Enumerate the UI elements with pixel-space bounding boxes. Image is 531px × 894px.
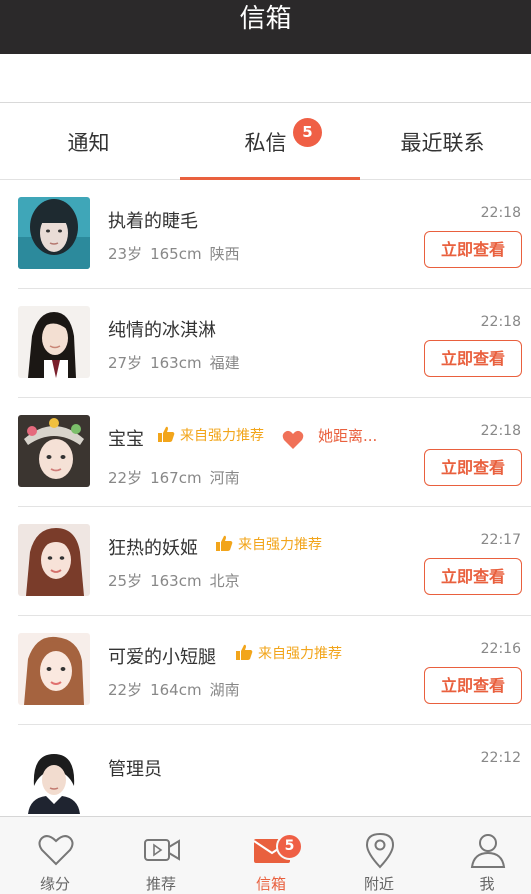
- location: 北京: [209, 572, 240, 590]
- mailbox-badge: 5: [276, 833, 303, 860]
- page-title: 信箱: [0, 0, 531, 54]
- nav-label: 信箱: [255, 875, 286, 893]
- avatar[interactable]: [18, 197, 90, 269]
- sender-info: 22岁 164cm 湖南: [108, 679, 248, 700]
- nav-item-recommend[interactable]: 推荐: [108, 817, 214, 894]
- height: 165cm: [150, 245, 202, 263]
- location: 湖南: [209, 681, 240, 699]
- nav-item-nearby[interactable]: 附近: [326, 817, 432, 894]
- private-messages-badge: 5: [293, 118, 322, 147]
- nav-label: 缘分: [39, 875, 70, 893]
- nav-label: 推荐: [145, 875, 176, 893]
- recommend-label: 来自强力推荐: [238, 537, 322, 553]
- location-pin-icon: [365, 832, 395, 869]
- height: 163cm: [150, 354, 202, 372]
- nav-label: 附近: [363, 875, 394, 893]
- message-row[interactable]: 执着的睫毛 23岁 165cm 陕西 22:18 立即查看: [0, 180, 531, 289]
- tab-private-messages[interactable]: 私信: [177, 103, 354, 180]
- heart-icon: [282, 430, 304, 454]
- avatar[interactable]: [18, 633, 90, 705]
- message-row[interactable]: 管理员 22:12: [0, 725, 531, 816]
- location: 福建: [209, 354, 240, 372]
- height: 163cm: [150, 572, 202, 590]
- person-icon: [470, 834, 506, 868]
- app: 信箱 通知 私信 最近联系 5 执着的睫毛 23岁 165cm 陕西 22:18…: [0, 0, 531, 894]
- age: 25岁: [108, 572, 143, 590]
- timestamp: 22:17: [480, 532, 521, 548]
- tab-recent-contacts[interactable]: 最近联系: [354, 103, 531, 180]
- height: 167cm: [150, 469, 202, 487]
- timestamp: 22:12: [480, 750, 521, 766]
- avatar[interactable]: [18, 415, 90, 487]
- sender-name: 管理员: [108, 759, 162, 780]
- tab-notifications[interactable]: 通知: [0, 103, 177, 180]
- message-list: 执着的睫毛 23岁 165cm 陕西 22:18 立即查看 纯情的冰淇淋 27岁…: [0, 180, 531, 816]
- sender-info: 22岁 167cm 河南: [108, 467, 248, 488]
- video-icon: [144, 839, 180, 861]
- view-now-button[interactable]: 立即查看: [424, 231, 522, 268]
- view-now-button[interactable]: 立即查看: [424, 558, 522, 595]
- nav-item-fate[interactable]: 缘分: [2, 817, 108, 894]
- avatar[interactable]: [18, 306, 90, 378]
- tab-bar: 通知 私信 最近联系: [0, 102, 531, 180]
- timestamp: 22:18: [480, 314, 521, 330]
- message-row[interactable]: 狂热的妖姬 来自强力推荐 25岁 163cm 北京 22:17 立即查看: [0, 507, 531, 616]
- avatar[interactable]: [18, 742, 90, 814]
- location: 河南: [209, 469, 240, 487]
- thumb-hand-icon: [234, 643, 254, 665]
- sender-info: 27岁 163cm 福建: [108, 352, 248, 373]
- view-now-button[interactable]: 立即查看: [424, 449, 522, 486]
- sender-name: 宝宝: [108, 429, 144, 450]
- recommend-tag: 来自强力推荐: [234, 643, 342, 665]
- sender-info: 25岁 163cm 北京: [108, 570, 248, 591]
- message-row[interactable]: 可爱的小短腿 来自强力推荐 22岁 164cm 湖南 22:16 立即查看: [0, 616, 531, 725]
- sender-info: 23岁 165cm 陕西: [108, 243, 248, 264]
- nav-item-me[interactable]: 我: [434, 817, 531, 894]
- bottom-nav: 缘分 推荐 信箱 附近 我: [0, 816, 531, 894]
- recommend-label: 来自强力推荐: [180, 428, 264, 444]
- timestamp: 22:16: [480, 641, 521, 657]
- thumb-hand-icon: [156, 425, 176, 447]
- age: 22岁: [108, 681, 143, 699]
- recommend-label: 来自强力推荐: [258, 646, 342, 662]
- message-row[interactable]: 纯情的冰淇淋 27岁 163cm 福建 22:18 立即查看: [0, 289, 531, 398]
- sender-name: 狂热的妖姬: [108, 538, 198, 559]
- timestamp: 22:18: [480, 423, 521, 439]
- age: 22岁: [108, 469, 143, 487]
- nav-label: 我: [479, 875, 495, 893]
- height: 164cm: [150, 681, 202, 699]
- view-now-button[interactable]: 立即查看: [424, 340, 522, 377]
- distance-label: 她距离...: [318, 427, 378, 445]
- sender-name: 纯情的冰淇淋: [108, 320, 216, 341]
- thumb-hand-icon: [214, 534, 234, 556]
- view-now-button[interactable]: 立即查看: [424, 667, 522, 704]
- age: 27岁: [108, 354, 143, 372]
- sender-name: 可爱的小短腿: [108, 647, 216, 668]
- location: 陕西: [209, 245, 240, 263]
- recommend-tag: 来自强力推荐: [156, 425, 264, 447]
- age: 23岁: [108, 245, 143, 263]
- heart-icon: [38, 835, 74, 866]
- avatar[interactable]: [18, 524, 90, 596]
- recommend-tag: 来自强力推荐: [214, 534, 322, 556]
- message-row[interactable]: 宝宝 来自强力推荐 她距离... 22岁 167cm 河南 22:18 立即查看: [0, 398, 531, 507]
- sender-name: 执着的睫毛: [108, 211, 198, 232]
- timestamp: 22:18: [480, 205, 521, 221]
- nav-item-mailbox[interactable]: 信箱: [218, 817, 324, 894]
